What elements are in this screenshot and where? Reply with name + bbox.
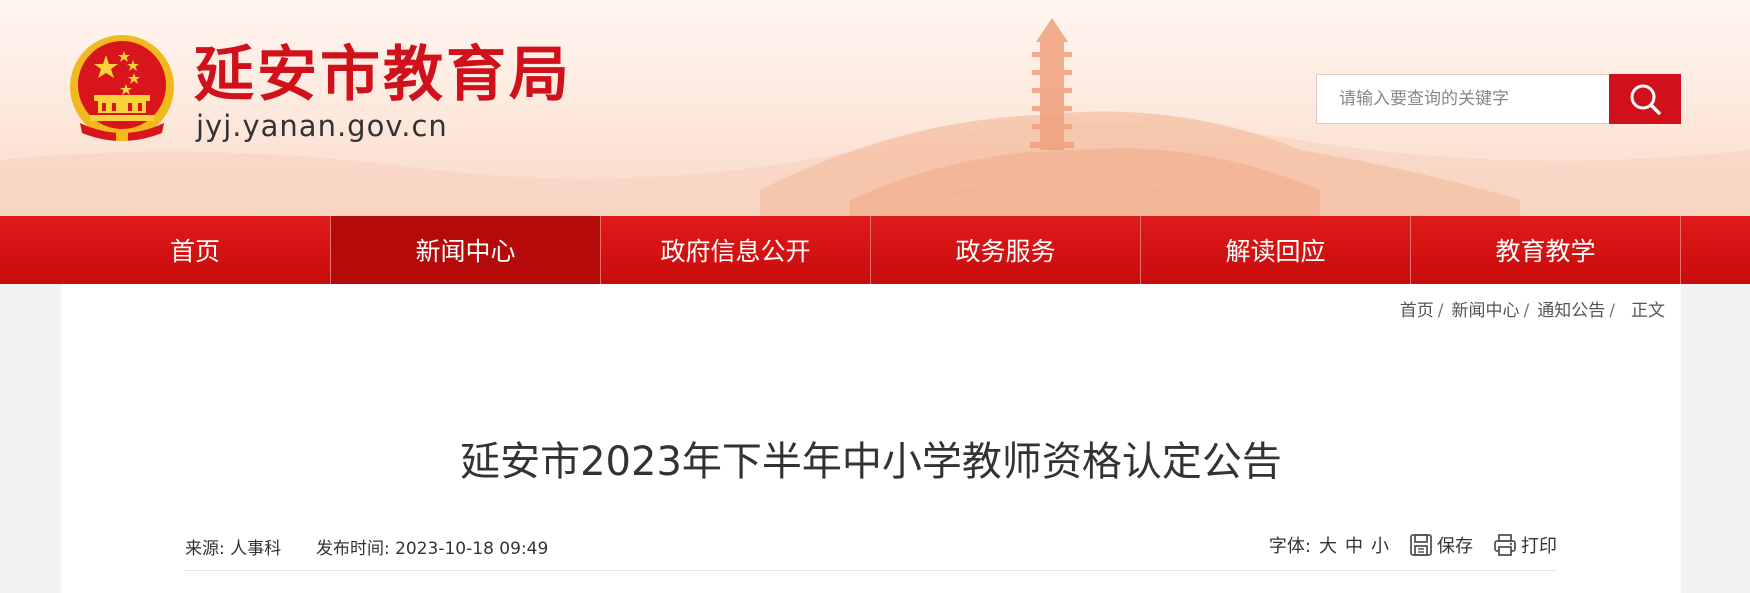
publish-time-value: 2023-10-18 09:49 — [395, 539, 549, 559]
source-value: 人事科 — [230, 539, 282, 559]
site-title: 延安市教育局 — [194, 40, 572, 110]
search-icon — [1630, 84, 1661, 115]
print-icon — [1494, 534, 1516, 556]
article-tools: 字体: 大 中 小 保存 打印 — [1269, 532, 1557, 558]
font-size-small[interactable]: 小 — [1371, 532, 1389, 558]
breadcrumb-notices[interactable]: 通知公告 — [1537, 301, 1605, 321]
nav-separator — [1680, 216, 1681, 284]
publish-time-label: 发布时间: — [315, 539, 390, 559]
breadcrumb-separator: / — [1523, 301, 1530, 321]
font-size-large[interactable]: 大 — [1319, 532, 1337, 558]
search-button[interactable] — [1609, 74, 1681, 124]
nav-item-news[interactable]: 新闻中心 — [331, 216, 600, 284]
breadcrumb-current: 正文 — [1631, 301, 1665, 321]
article-title: 延安市2023年下半年中小学教师资格认定公告 — [460, 439, 1282, 485]
save-label: 保存 — [1437, 536, 1473, 557]
search-box — [1316, 74, 1681, 124]
font-size-medium[interactable]: 中 — [1345, 532, 1363, 558]
article-meta: 来源: 人事科 发布时间: 2023-10-18 09:49 — [185, 534, 548, 559]
article-panel: 首页 / 新闻中心 / 通知公告 / 正文 延安市2023年下半年中小学教师资格认定公告 来… — [61, 284, 1681, 593]
breadcrumb: 首页 / 新闻中心 / 通知公告 / 正文 — [1400, 296, 1665, 321]
nav-item-home[interactable]: 首页 — [60, 216, 330, 284]
breadcrumb-home[interactable]: 首页 — [1400, 301, 1434, 321]
font-size-label: 字体: — [1268, 536, 1311, 557]
breadcrumb-separator: / — [1609, 301, 1615, 321]
nav-item-interpretation[interactable]: 解读回应 — [1141, 216, 1410, 284]
breadcrumb-news[interactable]: 新闻中心 — [1452, 301, 1520, 321]
print-button[interactable]: 打印 — [1493, 532, 1557, 558]
breadcrumb-separator: / — [1437, 301, 1444, 321]
site-domain: jyj.yanan.gov.cn — [196, 109, 448, 143]
nav-item-services[interactable]: 政务服务 — [871, 216, 1140, 284]
save-button[interactable]: 保存 — [1409, 532, 1473, 558]
search-input[interactable] — [1317, 75, 1609, 123]
nav-item-gov-info[interactable]: 政府信息公开 — [601, 216, 870, 284]
national-emblem-icon — [70, 35, 174, 141]
main-nav: 首页 新闻中心 政府信息公开 政务服务 解读回应 教育教学 — [0, 216, 1750, 284]
nav-item-education[interactable]: 教育教学 — [1411, 216, 1680, 284]
source-label: 来源: — [185, 539, 225, 559]
save-icon — [1410, 534, 1432, 556]
print-label: 打印 — [1521, 536, 1557, 557]
site-header: 延安市教育局 jyj.yanan.gov.cn — [0, 0, 1750, 216]
meta-divider — [185, 570, 1557, 571]
